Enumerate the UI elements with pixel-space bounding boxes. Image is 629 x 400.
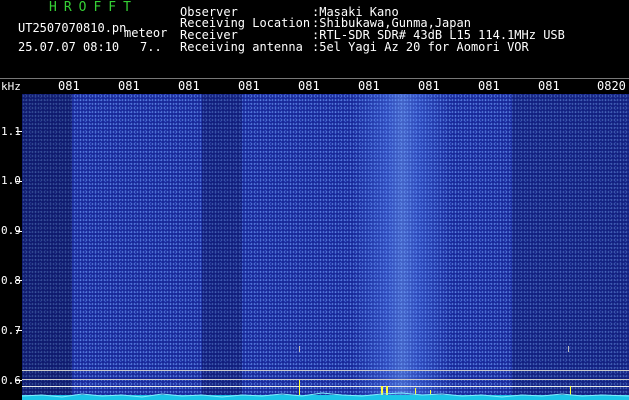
freq-tick (16, 231, 22, 232)
spectrogram (22, 94, 629, 400)
frequency-axis: kHz 1.1 1.0 0.9 0.8 0.7 0.6 (0, 79, 22, 400)
dark-band (512, 94, 629, 400)
time-tick: 081 (118, 79, 140, 93)
freq-tick (16, 131, 22, 132)
app-logo: HROFFT (49, 0, 138, 15)
signal-marker (299, 346, 300, 352)
time-tick: 081 (418, 79, 440, 93)
event-count: 7.. (140, 40, 162, 54)
bright-band (352, 94, 452, 400)
time-tick: 081 (298, 79, 320, 93)
dark-band (22, 94, 72, 400)
dark-band (202, 94, 242, 400)
time-tick: 081 (178, 79, 200, 93)
event-type-label: meteor (124, 26, 168, 40)
time-tick: 081 (358, 79, 380, 93)
time-tick: 081 (238, 79, 260, 93)
reference-line (22, 370, 629, 371)
freq-tick (16, 280, 22, 281)
freq-tick (16, 380, 22, 381)
signal-marker (568, 346, 569, 352)
freq-tick (16, 181, 22, 182)
time-tick: 0820 (597, 79, 626, 93)
reference-line (22, 379, 629, 380)
time-tick: 081 (478, 79, 500, 93)
header-panel: HROFFT UT2507070810.pn meteor 25.07.07 0… (0, 0, 629, 78)
date-time: 25.07.07 08:10 (18, 40, 120, 54)
file-name: UT2507070810.pn (18, 21, 127, 35)
freq-tick (16, 330, 22, 331)
time-axis: 081 081 081 081 081 081 081 081 081 0820 (0, 79, 629, 94)
freq-unit-label: kHz (1, 80, 21, 93)
antenna-value: :5el Yagi Az 20 for Aomori VOR (312, 40, 529, 54)
time-tick: 081 (538, 79, 560, 93)
time-tick: 081 (58, 79, 80, 93)
signal-trace (22, 392, 629, 400)
reference-line (22, 386, 629, 387)
antenna-label: Receiving antenna (180, 40, 303, 54)
